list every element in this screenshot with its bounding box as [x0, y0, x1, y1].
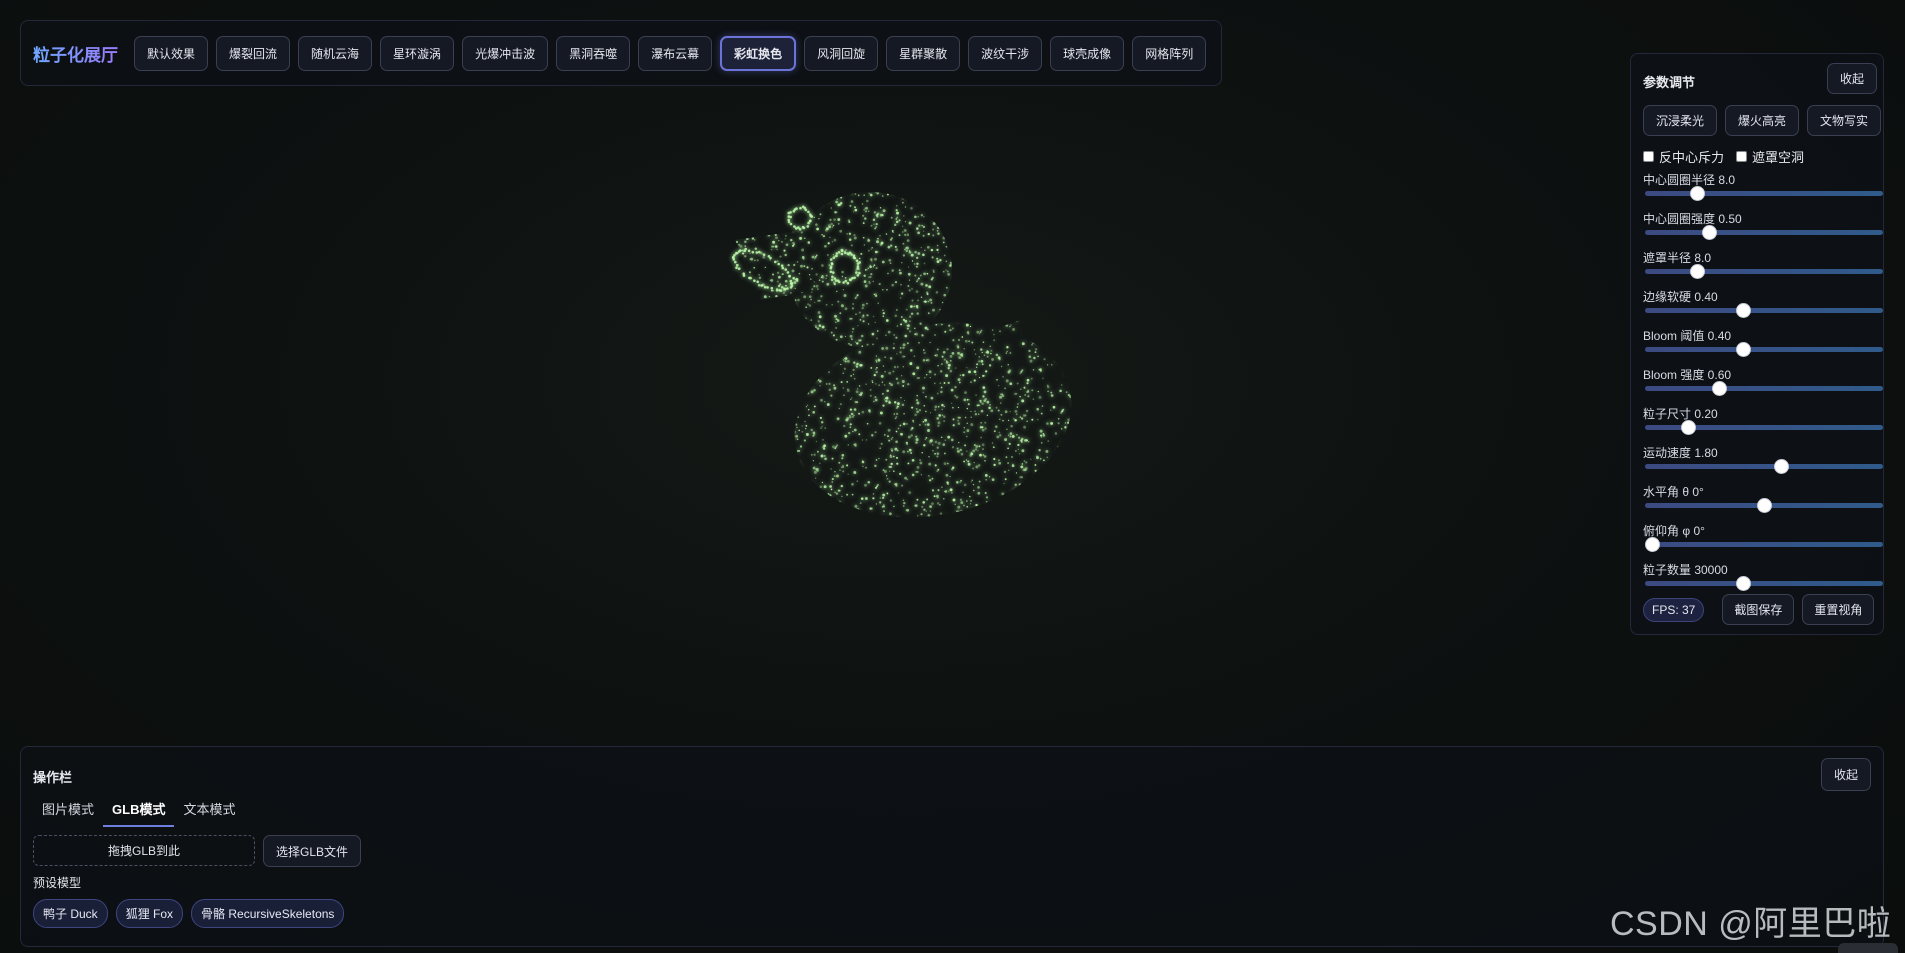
csdn-watermark: CSDN @阿里巴啦 [1610, 905, 1892, 943]
slider-thumb[interactable] [1757, 498, 1772, 513]
effect-button[interactable]: 星环漩涡 [380, 35, 455, 71]
slider-track[interactable] [1645, 303, 1883, 318]
slider-row: 运动速度 1.80 [1643, 444, 1883, 483]
effect-button[interactable]: 默认效果 [134, 35, 209, 71]
params-panel: 参数调节 收起 沉浸柔光 爆火高亮 文物写实 反中心斥力 遮罩空洞 中心圆圈半径… [1630, 53, 1884, 635]
particle-field [735, 192, 1081, 527]
slider-thumb[interactable] [1645, 537, 1661, 552]
slider-row: 中心圆圈半径 8.0 [1643, 171, 1883, 210]
slider-track[interactable] [1645, 381, 1883, 396]
slider-thumb[interactable] [1735, 342, 1751, 357]
slider-track[interactable] [1645, 342, 1883, 357]
preset-models-label: 预设模型 [33, 876, 82, 890]
effect-toolbar: 粒子化展厅 默认效果 爆裂回流 随机云海 星环漩涡 光爆冲击波 黑洞吞噬 瀑布云… [20, 20, 1222, 86]
slider-label: 中心圆圈强度 0.50 [1643, 212, 1742, 226]
effect-button-group: 默认效果 爆裂回流 随机云海 星环漩涡 光爆冲击波 黑洞吞噬 瀑布云幕 彩虹换色… [134, 35, 1207, 71]
slider-track[interactable] [1645, 537, 1883, 552]
effect-button-active[interactable]: 彩虹换色 [720, 35, 797, 71]
tab-text-mode[interactable]: 文本模式 [174, 799, 244, 827]
slider-label: 遮罩半径 8.0 [1643, 251, 1712, 265]
slider-row: 边缘软硬 0.40 [1643, 288, 1883, 327]
slider-row: 俯仰角 φ 0° [1643, 522, 1883, 561]
tab-glb-mode[interactable]: GLB模式 [103, 799, 175, 827]
slider-label: 中心圆圈半径 8.0 [1643, 173, 1736, 187]
screenshot-button[interactable]: 截图保存 [1722, 594, 1795, 625]
effect-button[interactable]: 黑洞吞噬 [556, 35, 631, 71]
effect-button[interactable]: 球壳成像 [1050, 35, 1125, 71]
preset-style-group: 沉浸柔光 爆火高亮 文物写实 [1643, 105, 1882, 136]
repel-center-checkbox[interactable]: 反中心斥力 [1643, 147, 1724, 166]
checkbox-label: 反中心斥力 [1659, 150, 1725, 165]
operation-title: 操作栏 [33, 770, 73, 785]
model-chip-skeletons[interactable]: 骨骼 RecursiveSkeletons [191, 899, 345, 928]
slider-row: 中心圆圈强度 0.50 [1643, 210, 1883, 249]
glb-drop-zone[interactable]: 拖拽GLB到此 [33, 835, 255, 866]
slider-thumb[interactable] [1702, 225, 1718, 240]
slider-label: 粒子尺寸 0.20 [1643, 407, 1718, 421]
slider-track[interactable] [1645, 264, 1883, 279]
slider-thumb[interactable] [1773, 459, 1789, 474]
params-title: 参数调节 [1643, 75, 1696, 90]
tab-image-mode[interactable]: 图片模式 [33, 799, 103, 827]
slider-thumb[interactable] [1680, 420, 1696, 435]
mode-tabs: 图片模式 GLB模式 文本模式 [33, 799, 244, 827]
slider-thumb[interactable] [1711, 381, 1727, 396]
effect-button[interactable]: 波纹干涉 [968, 35, 1043, 71]
brand-title: 粒子化展厅 [33, 41, 118, 66]
slider-label: 边缘软硬 0.40 [1643, 290, 1718, 304]
slider-track[interactable] [1645, 420, 1883, 435]
effect-button[interactable]: 光爆冲击波 [462, 35, 549, 71]
slider-track[interactable] [1645, 186, 1883, 201]
preset-button[interactable]: 爆火高亮 [1725, 105, 1800, 136]
slider-label: 水平角 θ 0° [1643, 485, 1704, 499]
effect-button[interactable]: 网格阵列 [1132, 35, 1207, 71]
params-collapse-button[interactable]: 收起 [1826, 63, 1877, 94]
model-chip-fox[interactable]: 狐狸 Fox [115, 899, 184, 928]
slider-row: 粒子尺寸 0.20 [1643, 405, 1883, 444]
option-checkboxes: 反中心斥力 遮罩空洞 [1643, 147, 1804, 166]
effect-button[interactable]: 星群聚散 [886, 35, 961, 71]
reset-view-button[interactable]: 重置视角 [1802, 594, 1875, 625]
effect-button[interactable]: 风洞回旋 [804, 35, 879, 71]
choose-glb-button[interactable]: 选择GLB文件 [263, 835, 362, 867]
slider-track[interactable] [1645, 498, 1883, 513]
preset-button[interactable]: 沉浸柔光 [1643, 105, 1718, 136]
slider-list: 中心圆圈半径 8.0 中心圆圈强度 0.50 遮罩半径 8.0 边缘软硬 0.40 Bl… [1643, 171, 1883, 600]
effect-button[interactable]: 瀑布云幕 [638, 35, 713, 71]
slider-thumb[interactable] [1735, 303, 1751, 318]
slider-track[interactable] [1645, 576, 1883, 591]
mask-hole-checkbox[interactable]: 遮罩空洞 [1736, 147, 1804, 166]
slider-row: Bloom 强度 0.60 [1643, 366, 1883, 405]
preset-button[interactable]: 文物写实 [1807, 105, 1882, 136]
slider-label: 运动速度 1.80 [1643, 446, 1718, 460]
fps-badge: FPS: 37 [1643, 597, 1705, 622]
slider-label: Bloom 阈值 0.40 [1643, 329, 1732, 343]
particle-duck-canvas[interactable] [700, 170, 1100, 530]
slider-row: Bloom 阈值 0.40 [1643, 327, 1883, 366]
params-footer: FPS: 37 截图保存 重置视角 [1643, 594, 1875, 625]
checkbox-box[interactable] [1643, 151, 1654, 162]
effect-button[interactable]: 随机云海 [298, 35, 373, 71]
operation-bar: 操作栏 收起 图片模式 GLB模式 文本模式 拖拽GLB到此 选择GLB文件 预… [20, 746, 1884, 947]
slider-track[interactable] [1645, 225, 1883, 240]
slider-thumb[interactable] [1690, 264, 1706, 279]
checkbox-box[interactable] [1736, 151, 1748, 162]
slider-label: 粒子数量 30000 [1643, 563, 1728, 577]
model-chip-duck[interactable]: 鸭子 Duck [33, 899, 108, 928]
corner-handle [1838, 943, 1898, 953]
preset-model-list: 鸭子 Duck 狐狸 Fox 骨骼 RecursiveSkeletons [33, 899, 345, 928]
slider-track[interactable] [1645, 459, 1883, 474]
slider-thumb[interactable] [1735, 576, 1751, 591]
slider-thumb[interactable] [1690, 186, 1706, 201]
operation-collapse-button[interactable]: 收起 [1820, 758, 1871, 791]
effect-button[interactable]: 爆裂回流 [216, 35, 291, 71]
checkbox-label: 遮罩空洞 [1752, 150, 1805, 165]
slider-row: 水平角 θ 0° [1643, 483, 1883, 522]
slider-row: 遮罩半径 8.0 [1643, 249, 1883, 288]
